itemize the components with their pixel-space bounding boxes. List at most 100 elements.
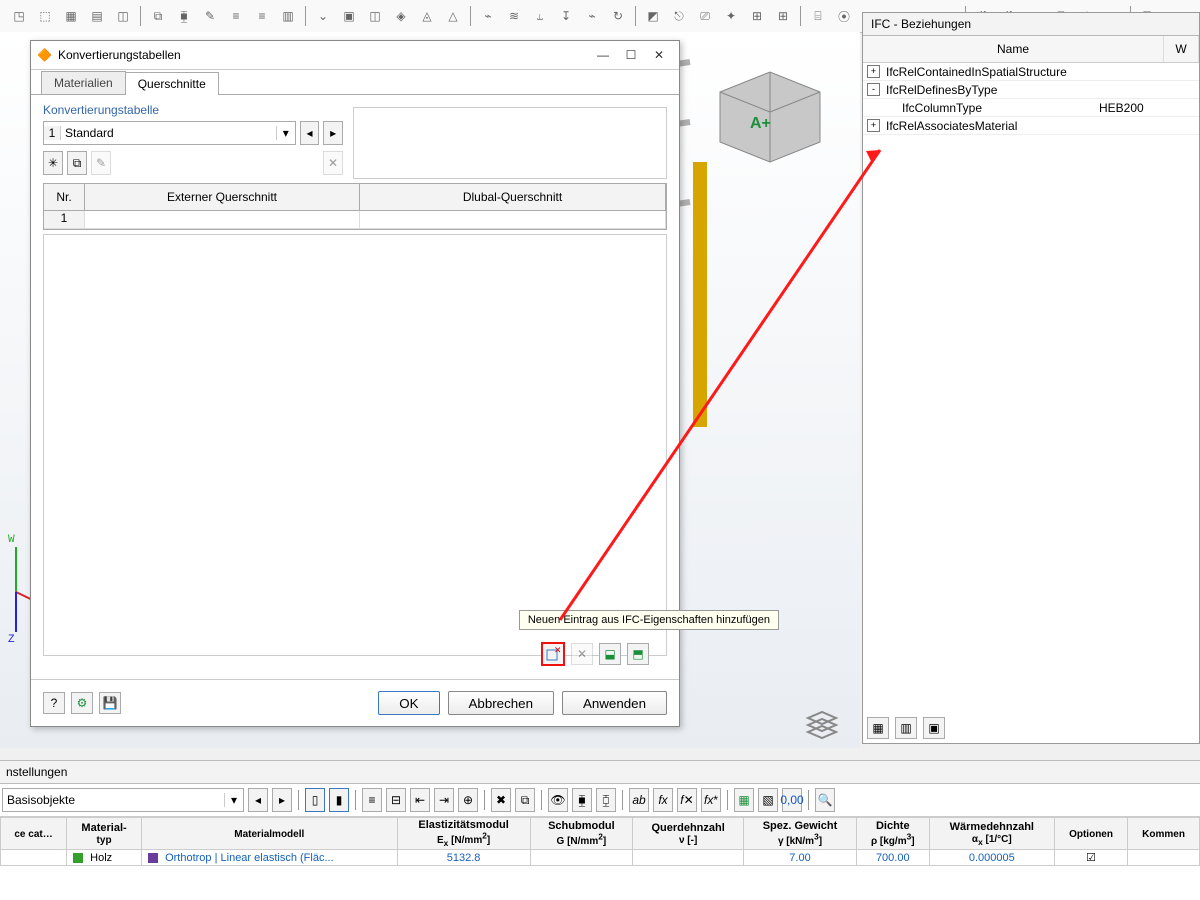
tb-xls[interactable]: ▦ bbox=[734, 788, 754, 812]
panel-action-3[interactable]: ▣ bbox=[923, 717, 945, 739]
save-defaults-icon[interactable]: 💾 bbox=[99, 692, 121, 714]
toolbar-btn-2[interactable]: ▦ bbox=[60, 5, 82, 27]
toolbar-btn-27[interactable]: ⊞ bbox=[746, 5, 768, 27]
import-icon[interactable]: ⬓ bbox=[599, 643, 621, 665]
toolbar-btn-11[interactable]: ⌄ bbox=[312, 5, 334, 27]
tree-row[interactable]: IfcColumnTypeHEB200 bbox=[863, 99, 1199, 117]
apply-button[interactable]: Anwenden bbox=[562, 691, 667, 715]
maximize-button[interactable]: ☐ bbox=[617, 45, 645, 65]
panel-action-2[interactable]: ▥ bbox=[895, 717, 917, 739]
tb-win2[interactable]: ⧮ bbox=[596, 788, 616, 812]
toolbar-btn-14[interactable]: ◈ bbox=[390, 5, 412, 27]
column-value[interactable]: W bbox=[1164, 36, 1199, 62]
next-button[interactable]: ▸ bbox=[323, 121, 343, 145]
toolbar-btn-18[interactable]: ≋ bbox=[503, 5, 525, 27]
minimize-button[interactable]: — bbox=[589, 45, 617, 65]
toolbar-btn-22[interactable]: ↻ bbox=[607, 5, 629, 27]
toolbar-btn-26[interactable]: ✦ bbox=[720, 5, 742, 27]
column-header[interactable]: Optionen bbox=[1054, 818, 1127, 850]
toolbar-btn-10[interactable]: ▥ bbox=[277, 5, 299, 27]
toolbar-btn-16[interactable]: △ bbox=[442, 5, 464, 27]
tb-1[interactable]: ≡ bbox=[362, 788, 382, 812]
toolbar-btn-29[interactable]: ⌸ bbox=[807, 5, 829, 27]
toolbar-btn-25[interactable]: ⎚ bbox=[694, 5, 716, 27]
tree-row[interactable]: +IfcRelAssociatesMaterial bbox=[863, 117, 1199, 135]
tab-sections[interactable]: Querschnitte bbox=[125, 72, 219, 95]
column-header[interactable]: Dichteρ [kg/m3] bbox=[856, 818, 929, 850]
close-button[interactable]: ✕ bbox=[645, 45, 673, 65]
select-b-icon[interactable]: ▮ bbox=[329, 788, 349, 812]
tb-fx1[interactable]: ab bbox=[629, 788, 649, 812]
nav-next[interactable]: ▸ bbox=[272, 788, 292, 812]
select-a-icon[interactable]: ▯ bbox=[305, 788, 325, 812]
toolbar-btn-17[interactable]: ⌁ bbox=[477, 5, 499, 27]
toolbar-btn-1[interactable]: ⬚ bbox=[34, 5, 56, 27]
tb-search[interactable]: 🔍 bbox=[815, 788, 835, 812]
export-icon[interactable]: ⬒ bbox=[627, 643, 649, 665]
toolbar-btn-5[interactable]: ⧉ bbox=[147, 5, 169, 27]
copy-icon[interactable]: ⧉ bbox=[67, 151, 87, 175]
tb-4[interactable]: ⇥ bbox=[434, 788, 454, 812]
toolbar-btn-12[interactable]: ▣ bbox=[338, 5, 360, 27]
column-header[interactable]: Wärmedehnzahlαx [1/°C] bbox=[929, 818, 1054, 850]
toolbar-btn-13[interactable]: ◫ bbox=[364, 5, 386, 27]
tb-precision[interactable]: 0,00 bbox=[782, 788, 802, 812]
tb-fx3[interactable]: f✕ bbox=[677, 788, 697, 812]
help-icon[interactable]: ? bbox=[43, 692, 65, 714]
column-header[interactable]: Kommen bbox=[1128, 818, 1200, 850]
cancel-button[interactable]: Abbrechen bbox=[448, 691, 554, 715]
toolbar-btn-20[interactable]: ↧ bbox=[555, 5, 577, 27]
column-header[interactable]: SchubmodulG [N/mm2] bbox=[530, 818, 632, 850]
column-header[interactable]: ce cat… bbox=[1, 818, 67, 850]
toolbar-btn-3[interactable]: ▤ bbox=[86, 5, 108, 27]
script-icon[interactable]: ⚙ bbox=[71, 692, 93, 714]
add-from-ifc-button[interactable]: ✕ bbox=[541, 642, 565, 666]
column-header[interactable]: ElastizitätsmodulEx [N/mm2] bbox=[397, 818, 530, 850]
tb-5[interactable]: ⊕ bbox=[458, 788, 478, 812]
edit-icon[interactable]: ✎ bbox=[91, 151, 111, 175]
toolbar-btn-7[interactable]: ✎ bbox=[199, 5, 221, 27]
toolbar-btn-4[interactable]: ◫ bbox=[112, 5, 134, 27]
remove-row-icon[interactable]: ✕ bbox=[571, 643, 593, 665]
toolbar-btn-21[interactable]: ⌁ bbox=[581, 5, 603, 27]
expander-icon[interactable]: - bbox=[867, 83, 880, 96]
expander-icon[interactable]: + bbox=[867, 65, 880, 78]
table-row[interactable]: Holz Orthotrop | Linear elastisch (Fläc.… bbox=[1, 850, 1200, 866]
prev-button[interactable]: ◂ bbox=[300, 121, 320, 145]
toolbar-btn-9[interactable]: ≡ bbox=[251, 5, 273, 27]
object-type-select[interactable]: Basisobjekte▾ bbox=[2, 788, 244, 812]
toolbar-btn-0[interactable]: ◳ bbox=[8, 5, 30, 27]
tb-csv[interactable]: ▧ bbox=[758, 788, 778, 812]
delete-icon[interactable]: ✕ bbox=[323, 151, 343, 175]
panel-action-1[interactable]: ▦ bbox=[867, 717, 889, 739]
tab-materials[interactable]: Materialien bbox=[41, 71, 126, 94]
toolbar-btn-8[interactable]: ≡ bbox=[225, 5, 247, 27]
expander-icon[interactable]: + bbox=[867, 119, 880, 132]
column-header[interactable]: Materialmodell bbox=[142, 818, 398, 850]
tb-copy[interactable]: ⧉ bbox=[515, 788, 535, 812]
nav-prev[interactable]: ◂ bbox=[248, 788, 268, 812]
ok-button[interactable]: OK bbox=[378, 691, 439, 715]
tb-del[interactable]: ✖ bbox=[491, 788, 511, 812]
tb-2[interactable]: ⊟ bbox=[386, 788, 406, 812]
new-icon[interactable]: ✳ bbox=[43, 151, 63, 175]
tb-fx4[interactable]: fx* bbox=[701, 788, 721, 812]
tb-win[interactable]: ⧯ bbox=[572, 788, 592, 812]
table-row[interactable]: 1 bbox=[44, 211, 666, 229]
toolbar-btn-24[interactable]: ⎋ bbox=[668, 5, 690, 27]
toolbar-btn-28[interactable]: ⊞ bbox=[772, 5, 794, 27]
tree-row[interactable]: -IfcRelDefinesByType bbox=[863, 81, 1199, 99]
tb-fx2[interactable]: fx bbox=[653, 788, 673, 812]
toolbar-btn-23[interactable]: ◩ bbox=[642, 5, 664, 27]
toolbar-btn-15[interactable]: ◬ bbox=[416, 5, 438, 27]
toolbar-btn-19[interactable]: ⥿ bbox=[529, 5, 551, 27]
toolbar-btn-30[interactable]: ⦿ bbox=[833, 5, 855, 27]
tb-3[interactable]: ⇤ bbox=[410, 788, 430, 812]
column-header[interactable]: Spez. Gewichtγ [kN/m3] bbox=[744, 818, 857, 850]
table-select[interactable]: 1 Standard ▾ bbox=[43, 121, 296, 145]
column-header[interactable]: Querdehnzahlν [-] bbox=[633, 818, 744, 850]
tb-eye[interactable]: 👁 bbox=[548, 788, 568, 812]
toolbar-btn-6[interactable]: ⧯ bbox=[173, 5, 195, 27]
tree-row[interactable]: +IfcRelContainedInSpatialStructure bbox=[863, 63, 1199, 81]
column-header[interactable]: Material-typ bbox=[67, 818, 142, 850]
